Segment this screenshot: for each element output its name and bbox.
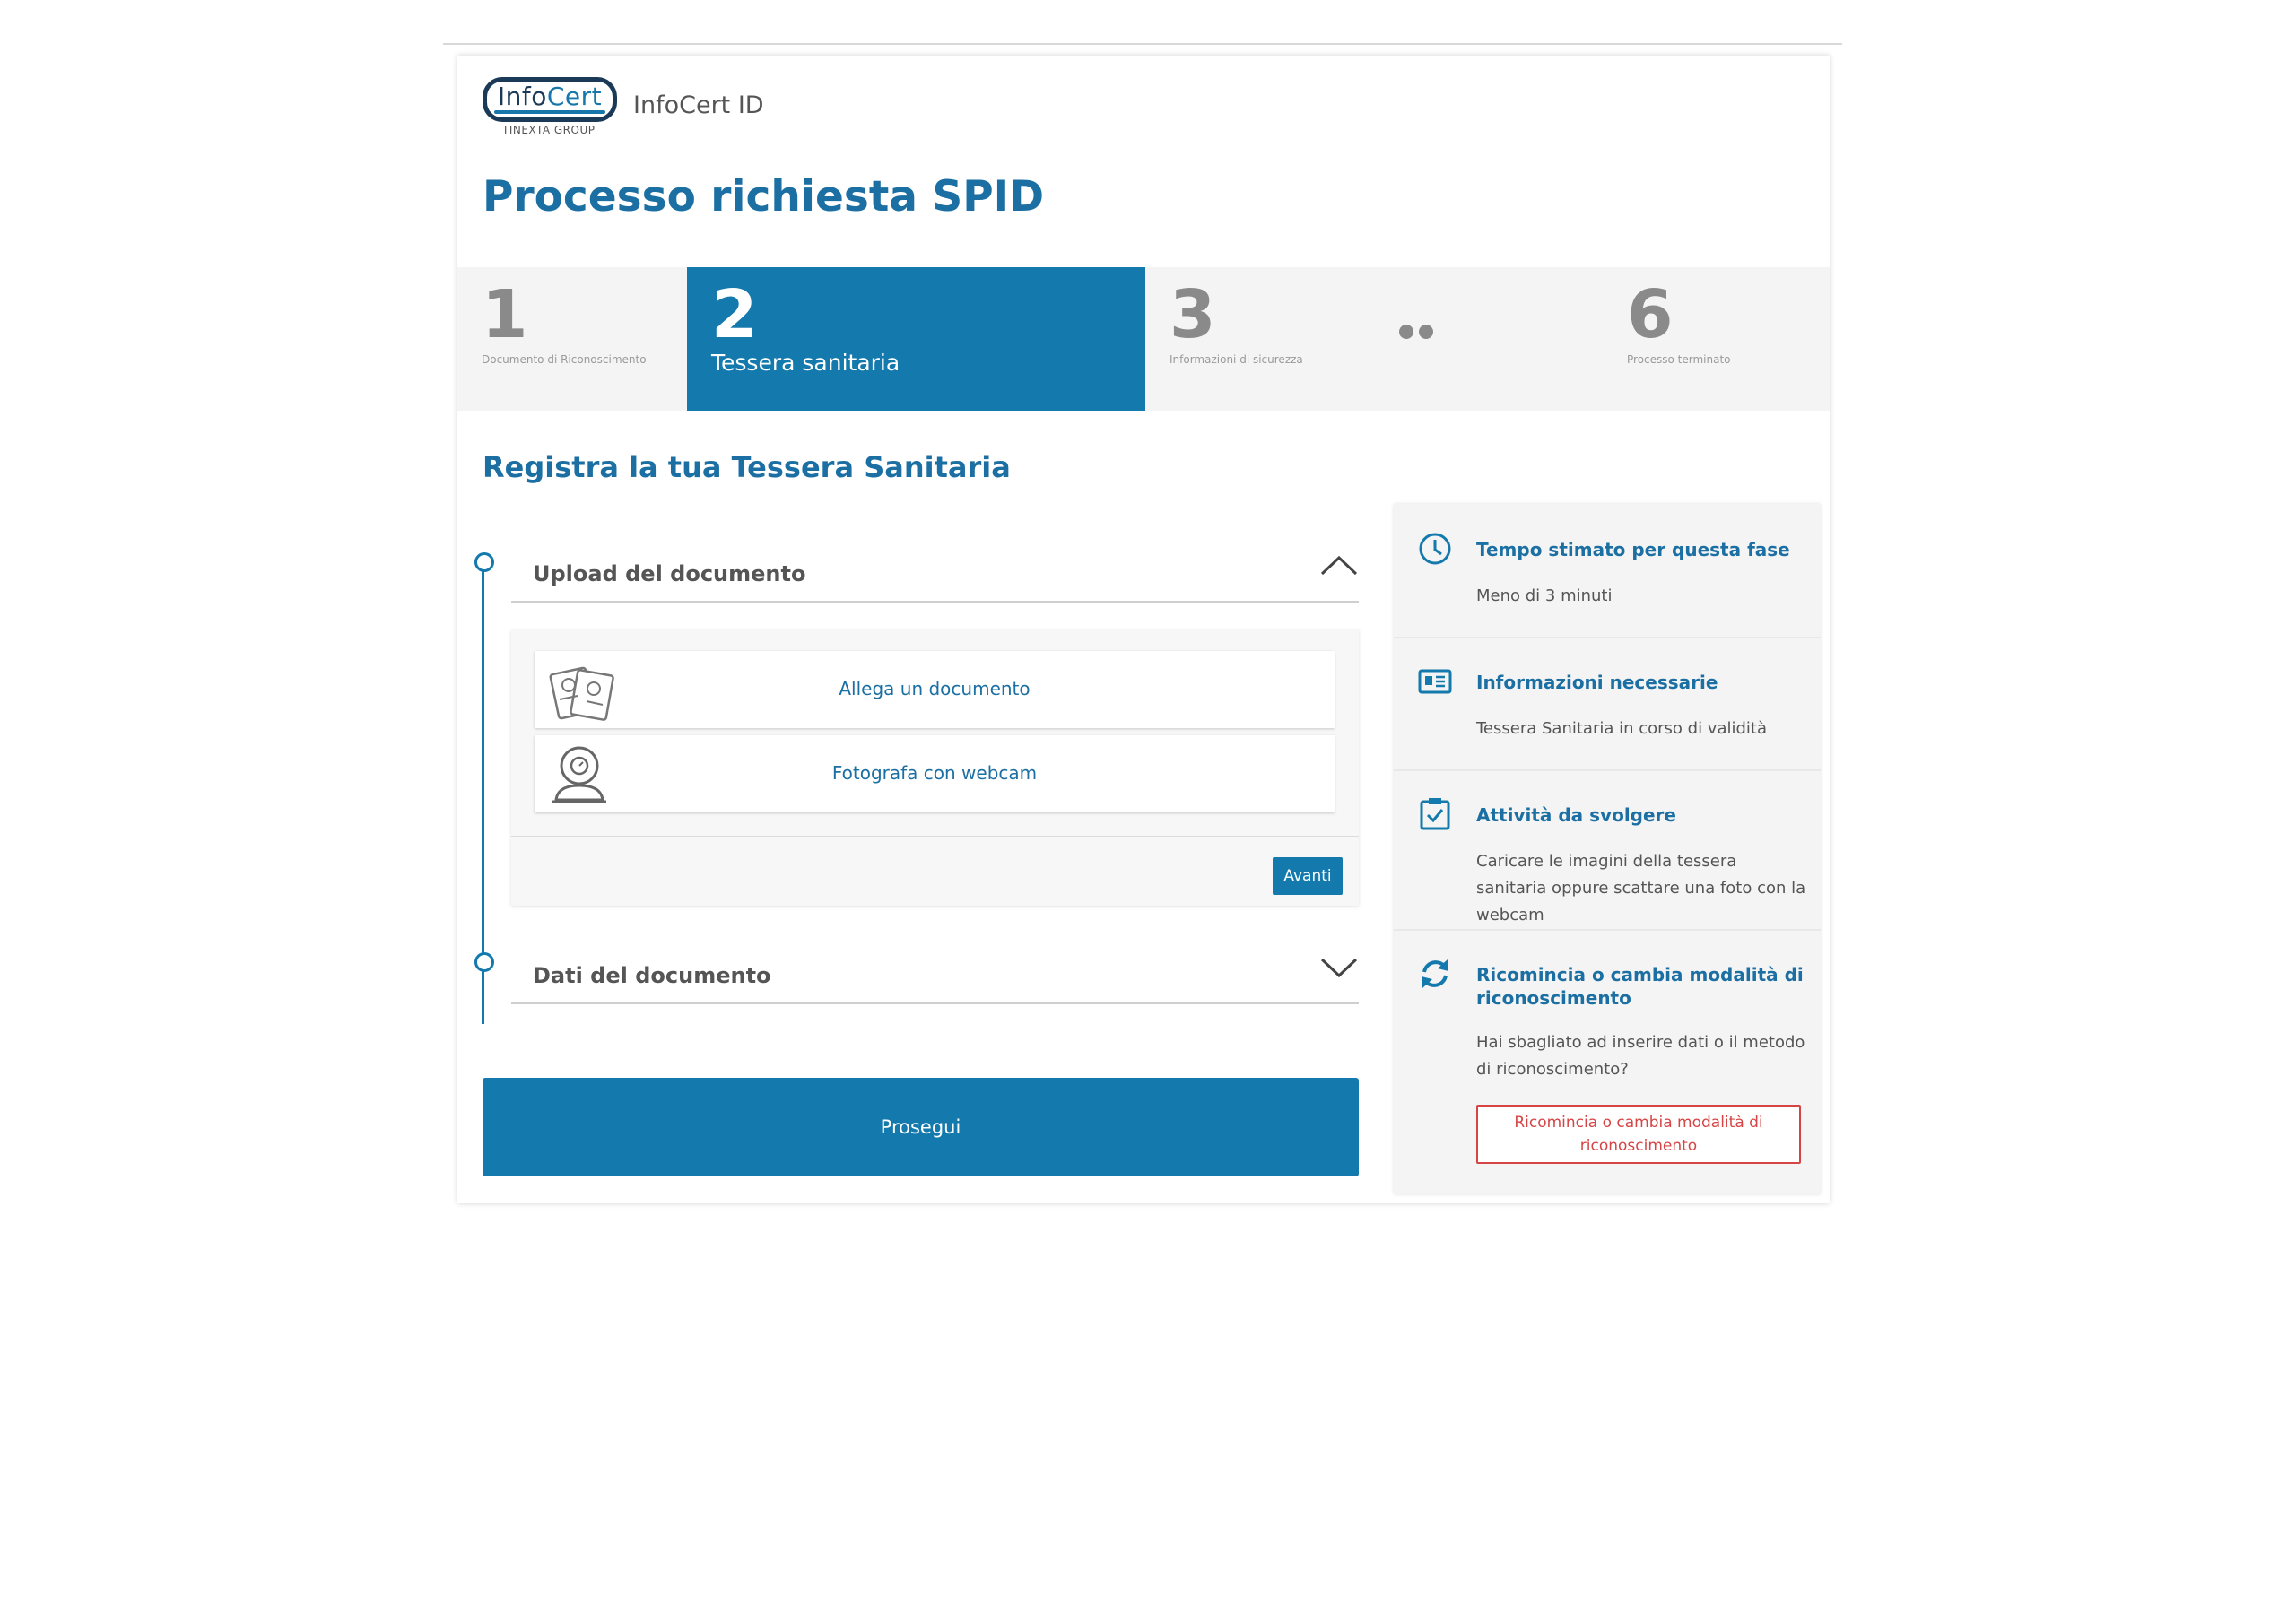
- webcam-photo-option[interactable]: Fotografa con webcam: [535, 735, 1335, 812]
- progress-stepper: 1 Documento di Riconoscimento 2 Tessera …: [457, 267, 1830, 411]
- timeline-dot-upload: [474, 552, 494, 572]
- step-label: Tessera sanitaria: [711, 350, 900, 376]
- estimated-time-title: Tempo stimato per questa fase: [1476, 539, 1790, 560]
- webcam-photo-label: Fotografa con webcam: [831, 762, 1038, 784]
- continue-button[interactable]: Prosegui: [483, 1078, 1359, 1176]
- restart-text: Hai sbagliato ad inserire dati o il meto…: [1476, 1033, 1805, 1079]
- logo-subtitle: TINEXTA GROUP: [502, 124, 596, 136]
- restart-title: Ricomincia o cambia modalità di riconosc…: [1476, 964, 1804, 1009]
- step-label: Documento di Riconoscimento: [482, 353, 647, 366]
- section-title: Registra la tua Tessera Sanitaria: [483, 450, 1011, 484]
- infocert-logo: InfoCert TINEXTA GROUP: [483, 77, 619, 140]
- estimated-time-item: Tempo stimato per questa fase Meno di 3 …: [1394, 504, 1821, 638]
- chevron-up-icon[interactable]: [1319, 552, 1359, 579]
- tasks-title: Attività da svolgere: [1476, 804, 1676, 826]
- upload-panel-divider: [511, 836, 1359, 837]
- required-info-item: Informazioni necessarie Tessera Sanitari…: [1394, 637, 1821, 771]
- step-2-active: 2 Tessera sanitaria: [687, 267, 1145, 411]
- step-number: 2: [711, 276, 758, 353]
- restart-item: Ricomincia o cambia modalità di riconosc…: [1394, 929, 1821, 1194]
- document-data-title: Dati del documento: [533, 963, 771, 988]
- attach-document-label: Allega un documento: [839, 678, 1031, 699]
- step-6: 6 Processo terminato: [1603, 267, 1830, 411]
- main-card: InfoCert TINEXTA GROUP InfoCert ID Proce…: [457, 56, 1830, 1203]
- clock-icon: [1419, 533, 1451, 565]
- id-card-icon: [1418, 669, 1452, 694]
- tasks-item: Attività da svolgere Caricare le imagini…: [1394, 769, 1821, 931]
- step-label: Informazioni di sicurezza: [1170, 353, 1303, 366]
- step-label: Processo terminato: [1627, 353, 1731, 366]
- step-number: 1: [482, 276, 528, 353]
- step-1: 1 Documento di Riconoscimento: [457, 267, 687, 411]
- app-name: InfoCert ID: [633, 91, 764, 119]
- upload-accordion-header[interactable]: Upload del documento: [511, 543, 1359, 603]
- info-side-panel: Tempo stimato per questa fase Meno di 3 …: [1394, 504, 1821, 1194]
- page-title: Processo richiesta SPID: [483, 172, 1045, 221]
- estimated-time-text: Meno di 3 minuti: [1476, 586, 1613, 605]
- required-info-title: Informazioni necessarie: [1476, 672, 1718, 693]
- tasks-text: Caricare le imagini della tessera sanita…: [1476, 852, 1806, 924]
- attach-document-option[interactable]: Allega un documento: [535, 651, 1335, 728]
- next-button[interactable]: Avanti: [1273, 857, 1343, 895]
- step-number: 3: [1170, 276, 1216, 353]
- required-info-text: Tessera Sanitaria in corso di validità: [1476, 719, 1767, 738]
- timeline-dot-data: [474, 952, 494, 972]
- upload-panel: Allega un documento Fotografa con webcam…: [511, 629, 1359, 906]
- step-number: 6: [1627, 276, 1674, 353]
- checklist-icon: [1420, 798, 1450, 830]
- logo-wordmark: InfoCert: [497, 82, 603, 111]
- refresh-icon: [1422, 959, 1448, 988]
- upload-accordion-title: Upload del documento: [533, 561, 806, 586]
- document-data-accordion-header[interactable]: Dati del documento: [511, 945, 1359, 1004]
- more-steps-ellipsis: [1399, 325, 1444, 343]
- top-divider: [443, 43, 1842, 45]
- chevron-down-icon[interactable]: [1319, 954, 1359, 981]
- restart-button[interactable]: Ricomincia o cambia modalità di riconosc…: [1476, 1105, 1801, 1164]
- step-3: 3 Informazioni di sicurezza: [1145, 267, 1378, 411]
